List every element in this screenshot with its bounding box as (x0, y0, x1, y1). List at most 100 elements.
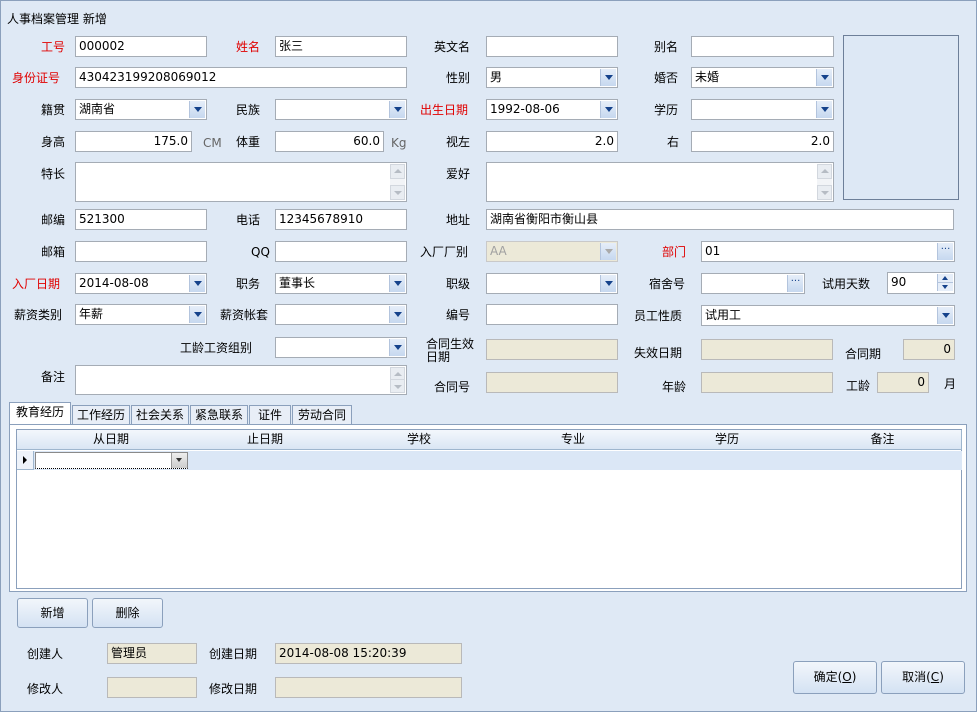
vision-right-field[interactable]: 2.0 (691, 131, 834, 152)
vision-left-field[interactable]: 2.0 (486, 131, 618, 152)
number-field[interactable] (486, 304, 618, 325)
label-address: 地址 (446, 213, 471, 227)
hobby-textarea[interactable] (486, 162, 834, 202)
label-ethnicity: 民族 (236, 103, 261, 117)
qq-field[interactable] (275, 241, 407, 262)
cancel-button[interactable]: 取消(C) (881, 661, 965, 694)
salary-account-select[interactable] (275, 304, 407, 325)
scroll-down-arrow-icon[interactable] (390, 185, 405, 200)
chevron-down-icon[interactable] (389, 275, 405, 292)
dorm-no-field[interactable]: ··· (701, 273, 805, 294)
height-field[interactable]: 175.0 (75, 131, 192, 152)
factory-value: AA (490, 244, 507, 258)
spin-up-icon[interactable] (938, 274, 953, 283)
creator-field: 管理员 (107, 643, 197, 664)
label-native-place: 籍贯 (41, 103, 66, 117)
label-weight: 体重 (236, 135, 261, 149)
seniority-group-select[interactable] (275, 337, 407, 358)
photo-box[interactable] (843, 35, 959, 200)
tab-emergency-contact[interactable]: 紧急联系 (190, 405, 248, 424)
row-indicator-icon[interactable] (17, 451, 34, 470)
tab-education[interactable]: 教育经历 (9, 402, 71, 425)
name-field[interactable]: 张三 (275, 36, 407, 57)
spinner-buttons[interactable] (937, 274, 953, 291)
chevron-down-icon[interactable] (189, 101, 205, 118)
specialty-textarea[interactable] (75, 162, 407, 202)
chevron-down-icon[interactable] (171, 453, 187, 468)
column-header-school[interactable]: 学校 (342, 430, 497, 450)
tab-work-history[interactable]: 工作经历 (72, 405, 130, 424)
ellipsis-icon[interactable]: ··· (787, 275, 803, 292)
ethnicity-select[interactable] (275, 99, 407, 120)
join-date-picker[interactable]: 2014-08-08 (75, 273, 207, 294)
chevron-down-icon[interactable] (816, 101, 832, 118)
chevron-down-icon[interactable] (600, 275, 616, 292)
column-header-major[interactable]: 专业 (496, 430, 651, 450)
column-header-to-date[interactable]: 止日期 (188, 430, 343, 450)
chevron-down-icon[interactable] (189, 275, 205, 292)
label-contract-no: 合同号 (434, 380, 471, 394)
english-name-field[interactable] (486, 36, 618, 57)
education-select[interactable] (691, 99, 834, 120)
label-english-name: 英文名 (434, 40, 471, 54)
label-gender: 性别 (446, 71, 471, 85)
id-card-field[interactable]: 430423199208069012 (75, 67, 407, 88)
label-creator: 创建人 (27, 647, 64, 661)
label-email: 邮箱 (41, 245, 66, 259)
email-field[interactable] (75, 241, 207, 262)
column-header-from-date[interactable]: 从日期 (34, 430, 189, 450)
postcode-field[interactable]: 521300 (75, 209, 207, 230)
native-place-select[interactable]: 湖南省 (75, 99, 207, 120)
chevron-down-icon[interactable] (389, 306, 405, 323)
scrollbar[interactable] (390, 367, 405, 393)
chevron-down-icon[interactable] (816, 69, 832, 86)
chevron-down-icon[interactable] (600, 101, 616, 118)
emp-no-field[interactable]: 000002 (75, 36, 207, 57)
height-unit: CM (203, 136, 222, 150)
chevron-down-icon[interactable] (389, 101, 405, 118)
chevron-down-icon[interactable] (937, 307, 953, 324)
phone-field[interactable]: 12345678910 (275, 209, 407, 230)
column-header-degree[interactable]: 学历 (650, 430, 805, 450)
scroll-up-arrow-icon[interactable] (390, 164, 405, 179)
weight-field[interactable]: 60.0 (275, 131, 384, 152)
department-field[interactable]: 01 ··· (701, 241, 955, 262)
chevron-down-icon[interactable] (600, 69, 616, 86)
chevron-down-icon[interactable] (189, 306, 205, 323)
tab-certificates[interactable]: 证件 (249, 405, 291, 424)
ellipsis-icon[interactable]: ··· (937, 243, 953, 260)
ok-button[interactable]: 确定(O) (793, 661, 877, 694)
label-modifier: 修改人 (27, 682, 64, 696)
marital-select[interactable]: 未婚 (691, 67, 834, 88)
scroll-down-arrow-icon[interactable] (390, 379, 405, 393)
scrollbar[interactable] (817, 164, 832, 200)
education-grid[interactable]: 从日期 止日期 学校 专业 学历 备注 (16, 429, 962, 589)
gender-select[interactable]: 男 (486, 67, 618, 88)
scroll-down-arrow-icon[interactable] (817, 185, 832, 200)
delete-row-button[interactable]: 删除 (92, 598, 163, 628)
spin-down-icon[interactable] (938, 283, 953, 291)
job-level-select[interactable] (486, 273, 618, 294)
from-date-cell-editor[interactable] (35, 452, 188, 469)
scrollbar[interactable] (390, 164, 405, 200)
emp-nature-select[interactable]: 试用工 (701, 305, 955, 326)
tab-social-relations[interactable]: 社会关系 (131, 405, 189, 424)
label-join-date: 入厂日期 (12, 277, 61, 291)
column-header-remark[interactable]: 备注 (804, 430, 962, 450)
chevron-down-icon[interactable] (389, 339, 405, 356)
tab-labor-contract[interactable]: 劳动合同 (292, 405, 352, 424)
address-field[interactable]: 湖南省衡阳市衡山县 (486, 209, 954, 230)
salary-type-select[interactable]: 年薪 (75, 304, 207, 325)
contract-no-field (486, 372, 618, 393)
position-select[interactable]: 董事长 (275, 273, 407, 294)
emp-nature-value: 试用工 (705, 308, 742, 322)
modifier-field (107, 677, 197, 698)
label-modified-date: 修改日期 (209, 682, 258, 696)
probation-days-spinner[interactable]: 90 (887, 272, 955, 294)
add-row-button[interactable]: 新增 (17, 598, 88, 628)
remark-textarea[interactable] (75, 365, 407, 395)
alias-field[interactable] (691, 36, 834, 57)
label-department: 部门 (662, 245, 687, 259)
birth-date-picker[interactable]: 1992-08-06 (486, 99, 618, 120)
scroll-up-arrow-icon[interactable] (817, 164, 832, 179)
